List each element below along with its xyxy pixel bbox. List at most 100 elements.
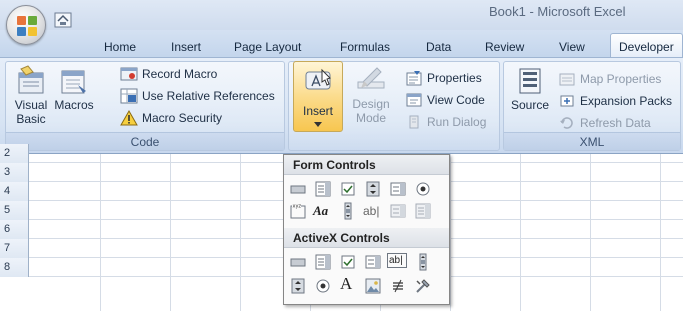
visual-basic-button[interactable]: Visual Basic [9,65,53,126]
visual-basic-label-line2: Basic [16,112,46,126]
tab-insert[interactable]: Insert [171,40,201,54]
view-code-button[interactable]: View Code [405,91,497,109]
option-button-icon [316,279,330,293]
form-scroll-bar-control[interactable] [339,202,357,220]
run-dialog-label: Run Dialog [427,115,487,129]
form-spin-button-control[interactable] [364,180,382,198]
expansion-packs-icon [560,95,574,107]
insert-label: Insert [302,104,333,118]
form-combo-list-edit-control[interactable] [389,202,407,220]
form-text-field-control[interactable]: ab| [363,202,385,220]
activex-text-box-control[interactable]: ab| [387,253,407,268]
properties-button[interactable]: Properties [405,69,497,87]
toggle-button-icon [393,279,403,293]
option-button-icon [416,182,430,196]
tab-data[interactable]: Data [426,40,451,54]
visual-basic-label-line1: Visual [14,98,48,112]
expansion-packs-label: Expansion Packs [580,94,673,108]
ribbon: Visual Basic Macros Record Macro Use Rel… [0,57,683,154]
activex-scroll-bar-control[interactable] [414,253,432,271]
design-mode-button[interactable]: Design Mode [347,64,395,125]
form-group-box-control[interactable]: xyz [289,202,307,220]
activex-controls-header: ActiveX Controls [284,228,449,248]
form-list-box-control[interactable] [389,180,407,198]
macros-label: Macros [54,98,94,112]
tab-home[interactable]: Home [104,40,136,54]
refresh-data-label: Refresh Data [580,116,651,130]
activex-label-control[interactable]: A [340,275,358,293]
source-button[interactable]: Source [508,65,552,112]
view-code-label: View Code [427,93,485,107]
tab-developer[interactable]: Developer [610,33,683,59]
row-header[interactable]: 6 [0,220,29,239]
use-relative-references-button[interactable]: Use Relative References [120,87,285,105]
activex-combo-box-control[interactable] [314,253,332,271]
properties-label: Properties [427,71,482,85]
ribbon-tabs: Home Insert Page Layout Formulas Data Re… [0,30,683,59]
form-button-control[interactable] [289,180,307,198]
row-header[interactable]: 8 [0,258,29,277]
expansion-packs-button[interactable]: Expansion Packs [558,92,680,110]
combo-dropdown-edit-icon [415,203,431,219]
run-dialog-button[interactable]: Run Dialog [405,113,497,131]
form-controls-header: Form Controls [284,155,449,175]
quick-access-toolbar[interactable] [54,12,72,28]
spin-button-icon [366,181,380,197]
insert-controls-button[interactable]: Insert [293,61,343,132]
column-gridline [450,154,451,311]
tab-view[interactable]: View [559,40,585,54]
record-macro-button[interactable]: Record Macro [120,65,280,83]
row-header[interactable]: 7 [0,239,29,258]
column-gridline [170,154,171,311]
check-box-icon [341,182,355,196]
form-check-box-control[interactable] [339,180,357,198]
combo-box-icon [315,254,331,270]
more-controls-icon [416,279,430,293]
map-properties-button[interactable]: Map Properties [558,70,680,88]
record-macro-label: Record Macro [142,67,218,81]
row-header[interactable]: 3 [0,163,29,182]
spin-button-icon [291,278,305,294]
macros-icon [61,70,86,94]
activex-option-button-control[interactable] [314,277,332,295]
activex-more-controls-control[interactable] [414,277,432,295]
office-button[interactable] [6,5,46,45]
design-mode-label-line2: Mode [355,111,387,125]
run-dialog-icon [409,115,419,129]
column-gridline [590,154,591,311]
dropdown-arrow-icon [314,122,322,127]
row-header[interactable]: 2 [0,144,29,163]
activex-image-control[interactable] [364,277,382,295]
column-gridline [520,154,521,311]
macros-button[interactable]: Macros [53,65,95,112]
activex-check-box-control[interactable] [339,253,357,271]
warning-icon [120,110,138,126]
form-combo-dropdown-edit-control[interactable] [414,202,432,220]
activex-toggle-button-control[interactable] [389,277,407,295]
form-option-button-control[interactable] [414,180,432,198]
refresh-data-button[interactable]: Refresh Data [558,114,680,132]
design-mode-label-line1: Design [352,97,390,111]
group-box-icon: xyz [290,203,306,219]
column-gridline [660,154,661,311]
activex-list-box-control[interactable] [364,253,382,271]
row-header[interactable]: 5 [0,201,29,220]
row-header[interactable]: 4 [0,182,29,201]
svg-text:xyz: xyz [293,204,302,210]
form-label-control[interactable]: Aa [313,202,331,220]
tab-review[interactable]: Review [485,40,524,54]
form-combo-box-control[interactable] [314,180,332,198]
code-group: Visual Basic Macros Record Macro Use Rel… [5,61,285,151]
column-gridline [240,154,241,311]
refresh-icon [560,117,573,129]
design-mode-icon [357,67,385,89]
map-properties-icon [559,73,575,86]
view-code-icon [406,93,422,107]
activex-spin-button-control[interactable] [289,277,307,295]
visual-basic-icon [18,65,44,94]
window-title: Book1 - Microsoft Excel [489,4,626,19]
activex-command-button-control[interactable] [289,253,307,271]
tab-formulas[interactable]: Formulas [340,40,390,54]
tab-page-layout[interactable]: Page Layout [234,40,301,54]
macro-security-button[interactable]: Macro Security [120,109,280,127]
